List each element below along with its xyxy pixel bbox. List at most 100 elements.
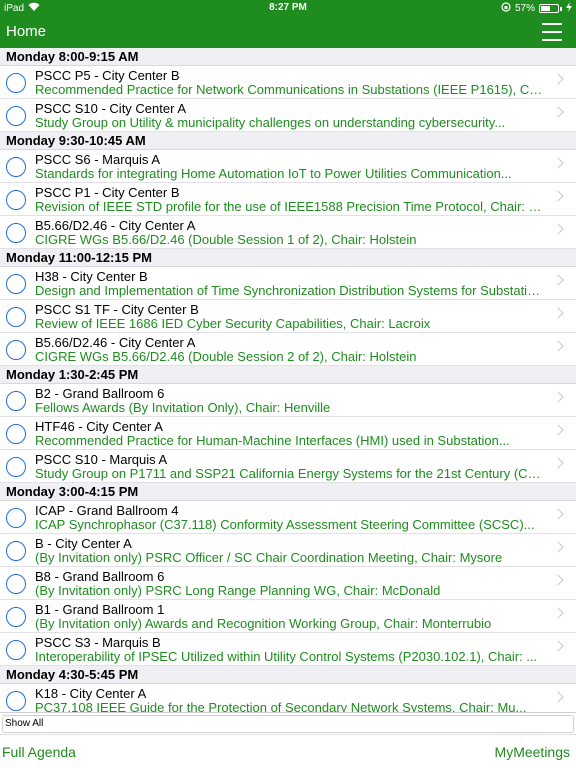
agenda-list[interactable]: Monday 8:00-9:15 AM PSCC P5 - City Center… (0, 48, 576, 712)
session-row[interactable]: B5.66/D2.46 - City Center A CIGRE WGs B5.… (0, 216, 576, 249)
session-row[interactable]: K18 - City Center A PC37.108 IEEE Guide f… (0, 684, 576, 712)
select-circle-icon[interactable] (6, 508, 26, 528)
session-subtitle: PC37.108 IEEE Guide for the Protection o… (35, 700, 527, 712)
select-circle-icon[interactable] (6, 340, 26, 360)
battery-cap (560, 6, 562, 11)
select-circle-icon[interactable] (6, 457, 26, 477)
session-title: PSCC S10 - City Center A (35, 101, 186, 116)
chevron-right-icon (552, 274, 564, 286)
orientation-lock-icon (501, 2, 511, 15)
session-title: B - City Center A (35, 536, 132, 551)
select-circle-icon[interactable] (6, 424, 26, 444)
session-title: B5.66/D2.46 - City Center A (35, 335, 196, 350)
select-circle-icon[interactable] (6, 190, 26, 210)
select-circle-icon[interactable] (6, 223, 26, 243)
chevron-right-icon (552, 190, 564, 202)
session-subtitle: CIGRE WGs B5.66/D2.46 (Double Session 2 … (35, 349, 417, 364)
session-row[interactable]: PSCC P1 - City Center B Revision of IEEE … (0, 183, 576, 216)
session-title: PSCC S3 - Marquis B (35, 635, 161, 650)
session-title: PSCC S10 - Marquis A (35, 452, 168, 467)
session-title: B5.66/D2.46 - City Center A (35, 218, 196, 233)
section-header: Monday 9:30-10:45 AM (0, 132, 576, 150)
section-header: Monday 4:30-5:45 PM (0, 666, 576, 684)
session-title: PSCC P1 - City Center B (35, 185, 180, 200)
session-row[interactable]: PSCC P5 - City Center B Recommended Pract… (0, 66, 576, 99)
chevron-right-icon (552, 223, 564, 235)
page-title: Home (6, 23, 47, 40)
show-all-filter[interactable]: Show All (2, 715, 574, 733)
chevron-right-icon (552, 541, 564, 553)
tab-bar: Full Agenda MyMeetings (0, 734, 576, 768)
session-subtitle: Study Group on Utility & municipality ch… (35, 115, 506, 130)
session-row[interactable]: PSCC S1 TF - City Center B Review of IEEE… (0, 300, 576, 333)
chevron-right-icon (552, 157, 564, 169)
session-title: H38 - City Center B (35, 269, 148, 284)
select-circle-icon[interactable] (6, 274, 26, 294)
tab-my-meetings[interactable]: MyMeetings (495, 744, 570, 760)
session-title: PSCC S1 TF - City Center B (35, 302, 199, 317)
chevron-right-icon (552, 508, 564, 520)
chevron-right-icon (552, 691, 564, 703)
session-row[interactable]: PSCC S3 - Marquis B Interoperability of I… (0, 633, 576, 666)
battery-fill (541, 6, 551, 11)
chevron-right-icon (552, 424, 564, 436)
chevron-right-icon (552, 106, 564, 118)
charging-icon (566, 2, 572, 15)
session-subtitle: Design and Implementation of Time Synchr… (35, 283, 546, 298)
menu-line (542, 39, 562, 41)
chevron-right-icon (552, 457, 564, 469)
session-subtitle: Review of IEEE 1686 IED Cyber Security C… (35, 316, 431, 331)
menu-icon[interactable] (542, 23, 562, 41)
chevron-right-icon (552, 640, 564, 652)
session-subtitle: Recommended Practice for Human-Machine I… (35, 433, 510, 448)
session-row[interactable]: B2 - Grand Ballroom 6 Fellows Awards (By … (0, 384, 576, 417)
select-circle-icon[interactable] (6, 106, 26, 126)
session-row[interactable]: B1 - Grand Ballroom 1 (By Invitation only… (0, 600, 576, 633)
select-circle-icon[interactable] (6, 574, 26, 594)
session-row[interactable]: PSCC S6 - Marquis A Standards for integra… (0, 150, 576, 183)
chevron-right-icon (552, 307, 564, 319)
session-title: HTF46 - City Center A (35, 419, 163, 434)
filter-bar: Show All (0, 712, 576, 734)
session-row[interactable]: B8 - Grand Ballroom 6 (By Invitation only… (0, 567, 576, 600)
session-row[interactable]: ICAP - Grand Ballroom 4 ICAP Synchrophaso… (0, 501, 576, 534)
session-subtitle: Revision of IEEE STD profile for the use… (35, 199, 546, 214)
session-subtitle: Interoperability of IPSEC Utilized withi… (35, 649, 538, 664)
menu-line (542, 31, 562, 33)
section-header: Monday 1:30-2:45 PM (0, 366, 576, 384)
tab-full-agenda[interactable]: Full Agenda (2, 744, 76, 760)
session-title: K18 - City Center A (35, 686, 147, 701)
session-row[interactable]: H38 - City Center B Design and Implementa… (0, 267, 576, 300)
session-title: PSCC P5 - City Center B (35, 68, 180, 83)
session-row[interactable]: B - City Center A (By Invitation only) PS… (0, 534, 576, 567)
session-title: B1 - Grand Ballroom 1 (35, 602, 165, 617)
session-subtitle: (By Invitation only) PSRC Long Range Pla… (35, 583, 441, 598)
session-title: B8 - Grand Ballroom 6 (35, 569, 165, 584)
section-header: Monday 3:00-4:15 PM (0, 483, 576, 501)
select-circle-icon[interactable] (6, 307, 26, 327)
status-time: 8:27 PM (269, 2, 307, 13)
menu-line (542, 23, 562, 25)
select-circle-icon[interactable] (6, 73, 26, 93)
session-title: B2 - Grand Ballroom 6 (35, 386, 165, 401)
select-circle-icon[interactable] (6, 157, 26, 177)
select-circle-icon[interactable] (6, 607, 26, 627)
select-circle-icon[interactable] (6, 691, 26, 711)
session-subtitle: Standards for integrating Home Automatio… (35, 166, 512, 181)
session-row[interactable]: PSCC S10 - City Center A Study Group on U… (0, 99, 576, 132)
select-circle-icon[interactable] (6, 391, 26, 411)
select-circle-icon[interactable] (6, 640, 26, 660)
session-subtitle: Study Group on P1711 and SSP21 Californi… (35, 466, 546, 481)
session-subtitle: ICAP Synchrophasor (C37.118) Conformity … (35, 517, 535, 532)
session-subtitle: Fellows Awards (By Invitation Only), Cha… (35, 400, 331, 415)
session-subtitle: (By Invitation only) Awards and Recognit… (35, 616, 492, 631)
section-header: Monday 11:00-12:15 PM (0, 249, 576, 267)
chevron-right-icon (552, 340, 564, 352)
chevron-right-icon (552, 391, 564, 403)
status-right: 57% (501, 2, 572, 15)
session-row[interactable]: B5.66/D2.46 - City Center A CIGRE WGs B5.… (0, 333, 576, 366)
session-row[interactable]: HTF46 - City Center A Recommended Practic… (0, 417, 576, 450)
select-circle-icon[interactable] (6, 541, 26, 561)
session-row[interactable]: PSCC S10 - Marquis A Study Group on P1711… (0, 450, 576, 483)
section-header: Monday 8:00-9:15 AM (0, 48, 576, 66)
